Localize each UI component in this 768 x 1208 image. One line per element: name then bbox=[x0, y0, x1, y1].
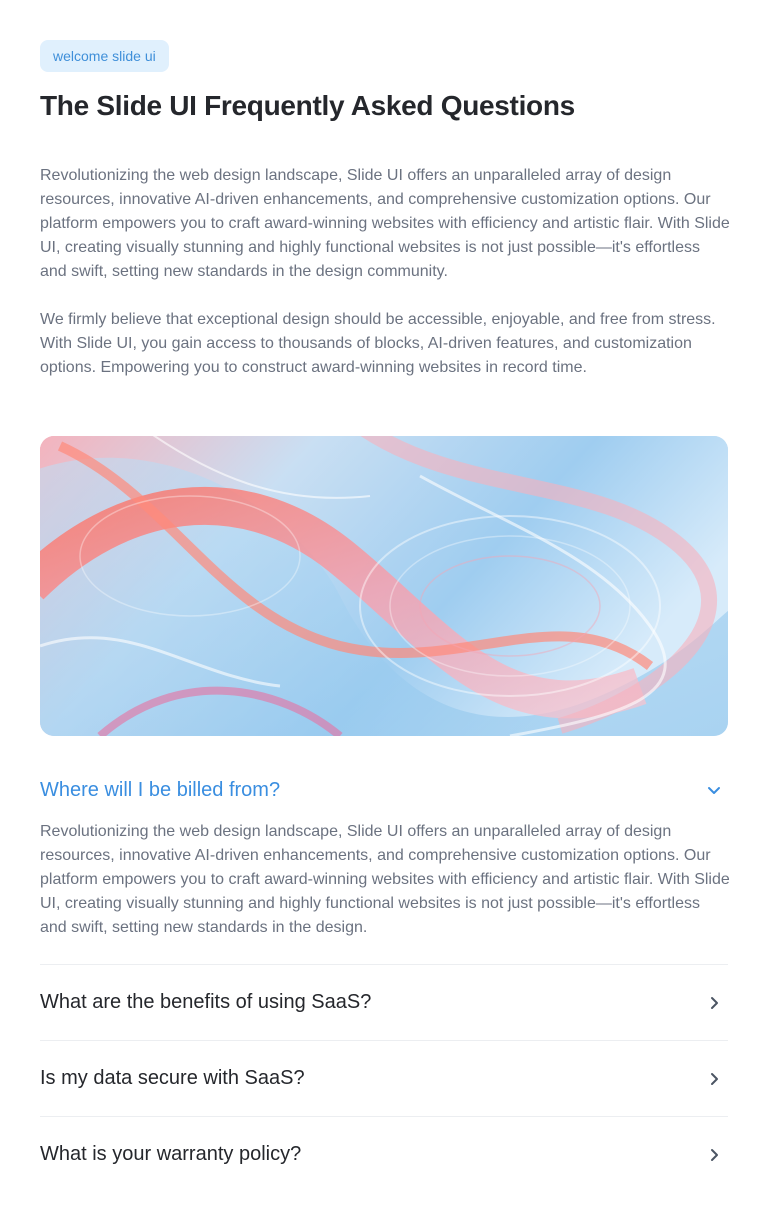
faq-question-text: Where will I be billed from? bbox=[40, 778, 281, 801]
faq-question-text: What are the benefits of using SaaS? bbox=[40, 991, 372, 1013]
chevron-right-icon[interactable] bbox=[700, 1065, 728, 1093]
chevron-down-icon[interactable] bbox=[700, 776, 728, 804]
hero-image bbox=[40, 436, 728, 736]
page-title: The Slide UI Frequently Asked Questions bbox=[40, 90, 575, 121]
chevron-right-icon[interactable] bbox=[700, 989, 728, 1017]
faq-item-security[interactable]: Is my data secure with SaaS? bbox=[40, 1040, 728, 1116]
intro-text: Revolutionizing the web design landscape… bbox=[40, 164, 730, 380]
intro-paragraph-1: Revolutionizing the web design landscape… bbox=[40, 167, 730, 280]
faq-answer: Revolutionizing the web design landscape… bbox=[40, 823, 730, 936]
faq-item-warranty[interactable]: What is your warranty policy? bbox=[40, 1116, 728, 1192]
faq-question-text: Is my data secure with SaaS? bbox=[40, 1067, 305, 1089]
faq-item-open: Where will I be billed from? Revolutioni… bbox=[40, 760, 730, 964]
welcome-badge: welcome slide ui bbox=[40, 40, 169, 72]
faq-question-billing[interactable]: Where will I be billed from? bbox=[40, 760, 728, 820]
faq-accordion: Where will I be billed from? Revolutioni… bbox=[40, 760, 730, 1192]
abstract-glass-waves-image bbox=[40, 436, 728, 736]
intro-paragraph-2: We firmly believe that exceptional desig… bbox=[40, 311, 716, 376]
chevron-right-icon[interactable] bbox=[700, 1141, 728, 1169]
faq-item-benefits[interactable]: What are the benefits of using SaaS? bbox=[40, 964, 728, 1040]
faq-question-text: What is your warranty policy? bbox=[40, 1143, 302, 1165]
